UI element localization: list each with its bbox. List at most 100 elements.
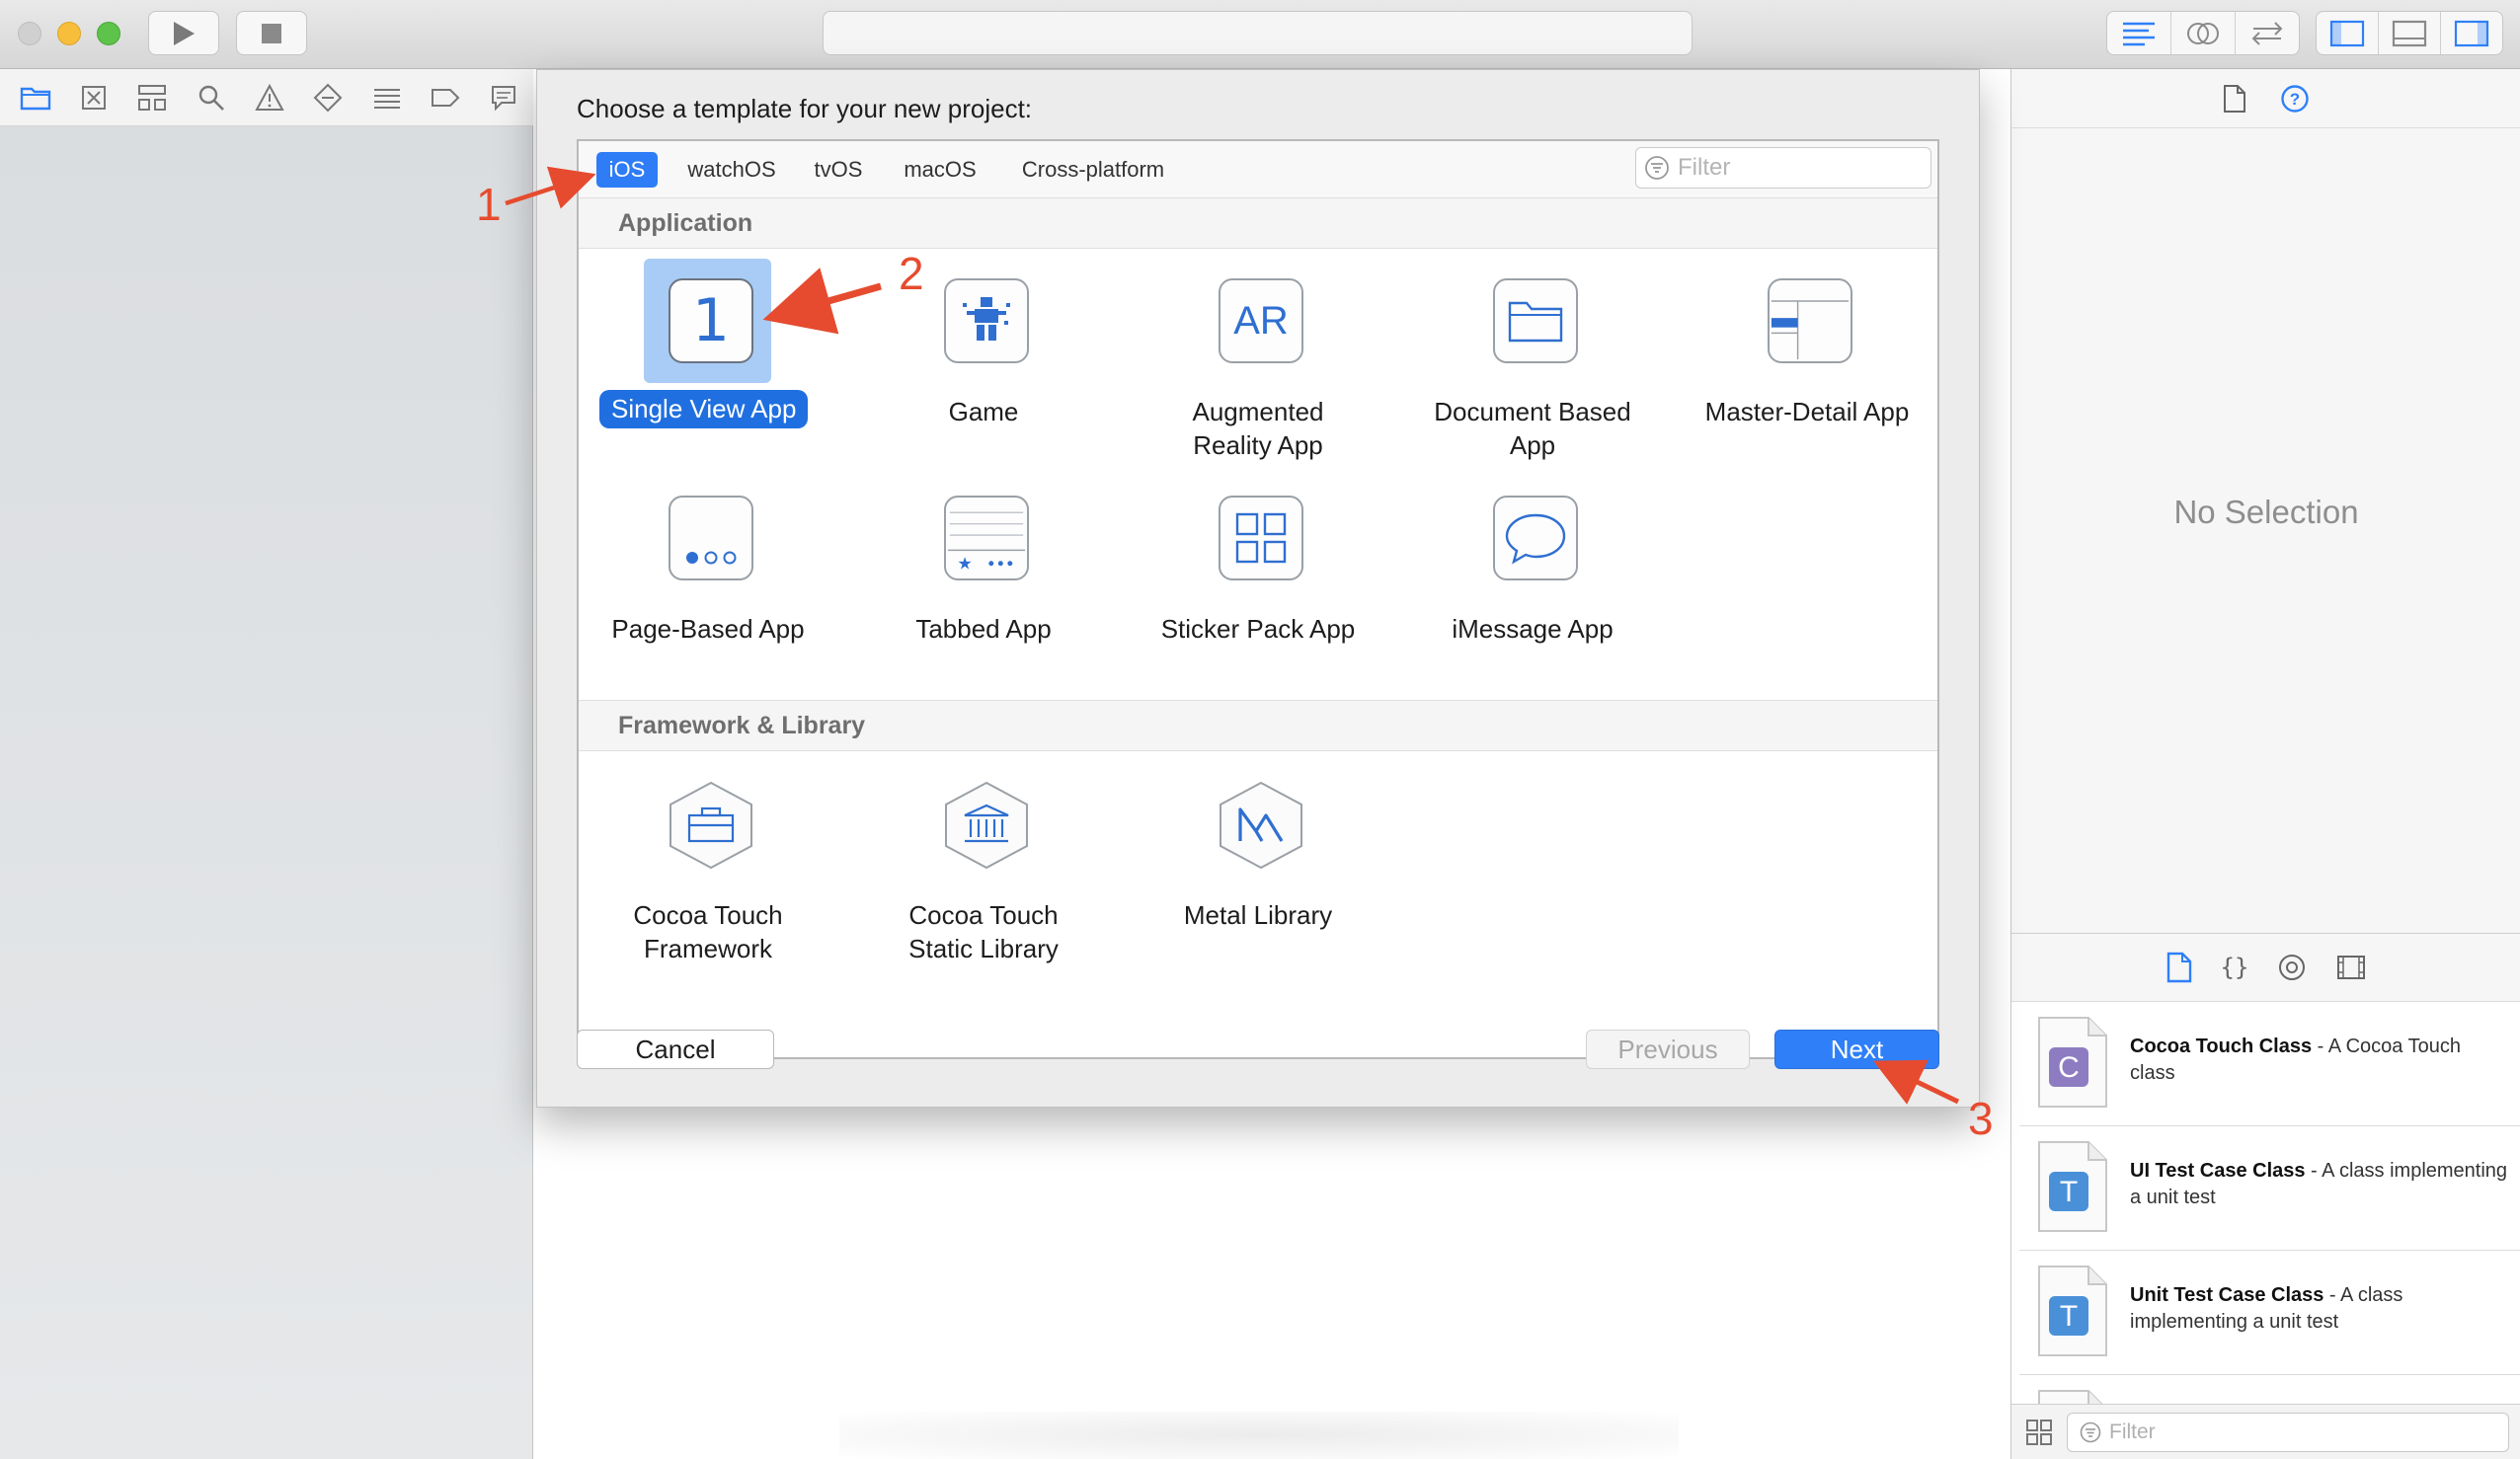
template-label-line2: App	[1509, 430, 1556, 460]
navigator-pane	[0, 126, 533, 1459]
no-selection-label: No Selection	[2173, 494, 2359, 530]
toggle-debug-area-button[interactable]	[2379, 12, 2441, 54]
left-panel-icon	[2329, 20, 2365, 46]
file-template-library-icon[interactable]	[2166, 952, 2192, 983]
filter-icon	[2080, 1421, 2101, 1443]
library-filter-bar: Filter	[2011, 1404, 2520, 1459]
template-imessage-app[interactable]: iMessage App	[1395, 476, 1670, 663]
inspector-selector-bar: ?	[2011, 69, 2520, 128]
library-selector-bar: {}	[2011, 933, 2520, 1002]
tab-bar-icon: ★	[944, 496, 1029, 580]
diamond-icon	[313, 83, 343, 112]
template-label-single-view-app: Single View App	[599, 390, 809, 428]
template-label: Tabbed App	[915, 614, 1052, 644]
template-tabbed-app[interactable]: ★ Tabbed App	[846, 476, 1121, 663]
template-label: Master-Detail App	[1704, 397, 1910, 426]
library-item-name: Unit Test Case Class	[2130, 1284, 2324, 1306]
close-window-button[interactable]	[18, 22, 41, 45]
quick-help-icon[interactable]: ?	[2280, 84, 2310, 114]
activity-viewer	[823, 11, 1693, 55]
toggle-navigator-button[interactable]	[2317, 12, 2379, 54]
template-filter-field[interactable]: Filter	[1635, 147, 1931, 189]
media-library-icon[interactable]	[2336, 954, 2366, 981]
stop-icon	[262, 23, 281, 43]
file-letter: C	[2058, 1051, 2080, 1084]
symbol-navigator-tab[interactable]	[123, 69, 182, 126]
standard-editor-button[interactable]	[2107, 12, 2171, 54]
file-inspector-icon[interactable]	[2223, 84, 2246, 114]
lines-icon	[2123, 22, 2155, 45]
breakpoint-navigator-tab[interactable]	[416, 69, 474, 126]
filter-icon	[1645, 156, 1669, 180]
debug-navigator-tab[interactable]	[357, 69, 416, 126]
annotation-number-3: 3	[1968, 1093, 1994, 1144]
template-master-detail-app[interactable]: Master-Detail App	[1670, 259, 1944, 446]
library-item-unit-test-case-class[interactable]: T Unit Test Case Class - A class impleme…	[2019, 1251, 2520, 1375]
template-label: Metal Library	[1183, 900, 1333, 930]
template-label: Page-Based App	[611, 614, 805, 644]
template-metal-library[interactable]: Metal Library	[1121, 776, 1395, 973]
template-filter-placeholder: Filter	[1678, 154, 1731, 181]
tab-macos[interactable]: macOS	[893, 152, 987, 188]
annotation-number-1: 1	[476, 179, 502, 230]
minimize-window-button[interactable]	[57, 22, 81, 45]
library-item-ui-test-case-class[interactable]: T UI Test Case Class - A class implement…	[2019, 1126, 2520, 1251]
source-control-icon	[81, 85, 106, 110]
template-label: Sticker Pack App	[1160, 614, 1356, 644]
page-dots-icon	[669, 496, 753, 580]
template-game[interactable]: Game	[846, 259, 1121, 446]
assistant-editor-button[interactable]	[2171, 12, 2236, 54]
cocoa-touch-class-file-icon: C	[2038, 1017, 2107, 1108]
toggle-inspector-button[interactable]	[2441, 12, 2502, 54]
tab-ios[interactable]: iOS	[596, 152, 658, 188]
inspector-pane: ? No Selection {} C Cocoa Touch Class - …	[2010, 69, 2520, 1459]
find-navigator-tab[interactable]	[182, 69, 240, 126]
zoom-window-button[interactable]	[97, 22, 120, 45]
folder-icon	[20, 87, 50, 110]
report-navigator-tab[interactable]	[475, 69, 533, 126]
project-navigator-tab[interactable]	[6, 69, 64, 126]
svg-text:{}: {}	[2222, 954, 2247, 981]
grid-view-icon[interactable]	[2025, 1419, 2053, 1446]
library-item-name: UI Test Case Class	[2130, 1160, 2306, 1182]
tab-tvos[interactable]: tvOS	[804, 152, 873, 188]
object-library-icon[interactable]	[2277, 953, 2307, 982]
library-hex-icon	[945, 781, 1028, 870]
master-detail-icon	[1768, 278, 1852, 363]
template-label: Game	[948, 397, 1019, 426]
ar-icon: AR	[1219, 278, 1303, 363]
library-filter-field[interactable]: Filter	[2067, 1413, 2509, 1452]
template-cocoa-touch-static-library[interactable]: Cocoa Touch Static Library	[846, 776, 1121, 973]
library-filter-placeholder: Filter	[2109, 1421, 2156, 1443]
sticker-grid-icon	[1219, 496, 1303, 580]
file-letter: T	[2060, 1300, 2078, 1333]
unit-test-case-file-icon: T	[2038, 1266, 2107, 1356]
run-button[interactable]	[148, 11, 219, 55]
template-sticker-pack-app[interactable]: Sticker Pack App	[1121, 476, 1395, 663]
template-label-line1: Cocoa Touch	[633, 900, 783, 930]
version-editor-button[interactable]	[2236, 12, 2299, 54]
template-augmented-reality-app[interactable]: AR Augmented Reality App	[1121, 259, 1395, 476]
next-button[interactable]: Next	[1774, 1030, 1939, 1069]
code-snippet-library-icon[interactable]: {}	[2222, 953, 2247, 982]
template-document-based-app[interactable]: Document Based App	[1395, 259, 1670, 476]
tab-cross-platform[interactable]: Cross-platform	[1009, 152, 1177, 188]
library-item-cocoa-touch-class[interactable]: C Cocoa Touch Class - A Cocoa Touch clas…	[2019, 1002, 2520, 1126]
assistant-rings-icon	[2187, 22, 2219, 44]
template-cocoa-touch-framework[interactable]: Cocoa Touch Framework	[571, 776, 845, 973]
warning-icon	[255, 83, 284, 111]
source-control-navigator-tab[interactable]	[64, 69, 122, 126]
svg-text:?: ?	[2290, 90, 2300, 109]
arrows-swap-icon	[2251, 21, 2283, 45]
tab-watchos[interactable]: watchOS	[677, 152, 786, 188]
issue-navigator-tab[interactable]	[240, 69, 298, 126]
previous-button[interactable]: Previous	[1586, 1030, 1750, 1069]
stop-button[interactable]	[236, 11, 307, 55]
cancel-button[interactable]: Cancel	[577, 1030, 774, 1069]
play-icon	[174, 21, 195, 45]
right-panel-icon	[2454, 20, 2489, 46]
metal-hex-icon	[1220, 781, 1302, 870]
template-page-based-app[interactable]: Page-Based App	[571, 476, 845, 663]
template-label-line2: Static Library	[908, 934, 1059, 963]
test-navigator-tab[interactable]	[299, 69, 357, 126]
